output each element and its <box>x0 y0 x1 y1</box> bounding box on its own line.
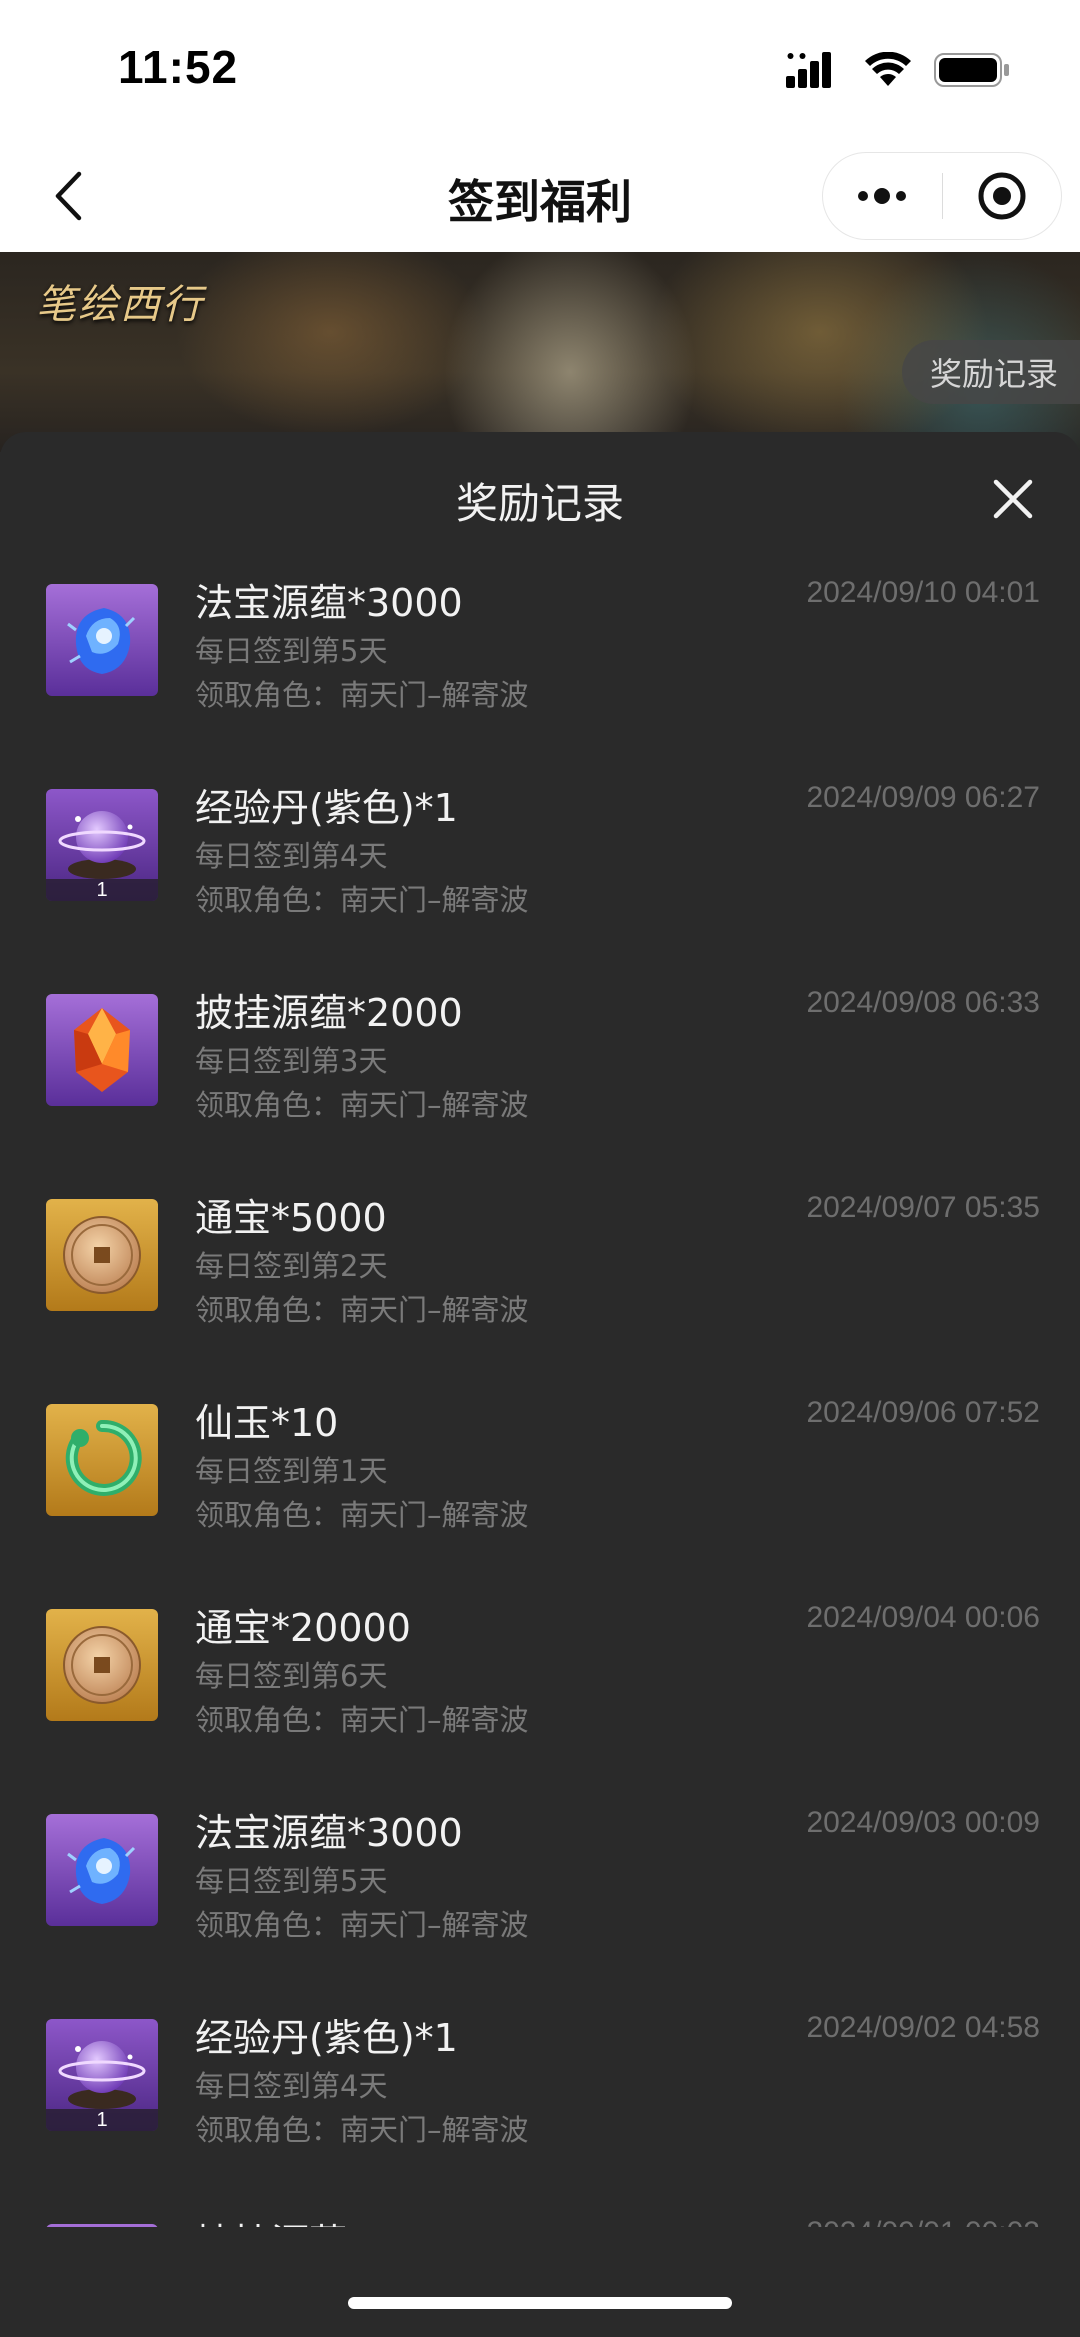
signal-icon <box>786 52 831 88</box>
item-count-badge: 1 <box>46 879 158 901</box>
item-count-badge: 1 <box>46 2109 158 2131</box>
reward-time: 2024/09/06 07:52 <box>806 1396 1040 1429</box>
reward-role: 领取角色：南天门–解寄波 <box>195 1498 529 1532</box>
record-item: 通宝*20000 2024/09/04 00:06 每日签到第6天领取角色：南天门–… <box>0 1587 1080 1792</box>
reward-source: 每日签到第2天 <box>195 1249 388 1283</box>
mini-program-capsule <box>822 152 1062 240</box>
record-item: 仙玉*10 2024/09/06 07:52 每日签到第1天领取角色：南天门–解寄波 <box>0 1382 1080 1587</box>
reward-source: 每日签到第5天 <box>195 1864 388 1898</box>
reward-name: 披挂源蕴*2000 <box>195 991 463 1035</box>
wifi-icon <box>865 52 911 86</box>
reward-role: 领取角色：南天门–解寄波 <box>195 1703 529 1737</box>
reward-record-sheet: 奖励记录 法宝源蕴*3000 2024/09/10 04:01 每日签到第5天 领取角… <box>0 432 1080 2337</box>
reward-name: 法宝源蕴*3000 <box>195 581 463 625</box>
record-item: 法宝源蕴*3000 2024/09/10 04:01 每日签到第5天领取角色：南天门… <box>0 562 1080 767</box>
nav-bar: 签到福利 <box>0 140 1080 252</box>
reward-time: 2024/09/04 00:06 <box>806 1601 1040 1634</box>
game-logo: 笔绘西行 <box>36 282 204 328</box>
reward-time: 2024/09/03 00:09 <box>806 1806 1040 1839</box>
record-item: 1 经验丹(紫色)*1 2024/09/02 04:58 每日签到第4天领取角色：南天… <box>0 1997 1080 2202</box>
status-icons <box>786 52 1010 88</box>
record-item: 披挂源蕴*2000 2024/09/08 06:33 每日签到第3天领取角色：南天门… <box>0 972 1080 1177</box>
reward-time: 2024/09/08 06:33 <box>806 986 1040 1019</box>
reward-source: 每日签到第1天 <box>195 1454 388 1488</box>
reward-name: 经验丹(紫色)*1 <box>195 2016 458 2060</box>
reward-source: 每日签到第4天 <box>195 2069 388 2103</box>
close-mini-program-button[interactable] <box>943 153 1062 239</box>
reward-name: 经验丹(紫色)*1 <box>195 786 458 830</box>
status-time: 11:52 <box>118 41 239 93</box>
status-bar: 11:52 <box>0 0 1080 140</box>
reward-source: 每日签到第6天 <box>195 1659 388 1693</box>
reward-source: 每日签到第3天 <box>195 1044 388 1078</box>
jade-icon <box>46 1404 158 1516</box>
reward-role: 领取角色：南天门–解寄波 <box>195 883 529 917</box>
reward-role: 领取角色：南天门–解寄波 <box>195 1293 529 1327</box>
sheet-title: 奖励记录 <box>455 479 624 528</box>
reward-time: 2024/09/09 06:27 <box>806 781 1040 814</box>
record-item: 1 经验丹(紫色)*1 2024/09/09 06:27 每日签到第4天领取角色：南天… <box>0 767 1080 972</box>
reward-source: 每日签到第4天 <box>195 839 388 873</box>
reward-name: 法宝源蕴*3000 <box>195 1811 463 1855</box>
home-indicator <box>348 2297 732 2309</box>
more-button[interactable] <box>823 153 942 239</box>
reward-name: 仙玉*10 <box>195 1401 339 1445</box>
reward-time: 2024/09/07 05:35 <box>806 1191 1040 1224</box>
orange-gem-icon <box>46 994 158 1106</box>
reward-name: 通宝*5000 <box>195 1196 387 1240</box>
reward-time: 2024/09/10 04:01 <box>806 576 1040 609</box>
banner-image: 笔绘西行 奖励记录 <box>0 252 1080 452</box>
reward-role: 领取角色：南天门–解寄波 <box>195 1088 529 1122</box>
blue-gem-icon <box>46 1814 158 1926</box>
reward-record-button[interactable]: 奖励记录 <box>901 340 1080 404</box>
more-dots-icon <box>858 188 907 204</box>
record-item: 通宝*5000 2024/09/07 05:35 每日签到第2天领取角色：南天门–解… <box>0 1177 1080 1382</box>
record-list[interactable]: 法宝源蕴*3000 2024/09/10 04:01 每日签到第5天 领取角色：南天门… <box>0 562 1080 2242</box>
purple-pill-icon: 1 <box>46 789 158 901</box>
reward-time: 2024/09/02 04:58 <box>806 2011 1040 2044</box>
reward-name: 通宝*20000 <box>195 1606 411 1650</box>
record-item: 法宝源蕴*3000 2024/09/03 00:09 每日签到第5天领取角色：南天门… <box>0 1792 1080 1997</box>
reward-role: 领取角色：南天门–解寄波 <box>195 2113 529 2147</box>
target-circle-icon <box>978 172 1026 220</box>
coin-icon <box>46 1199 158 1311</box>
reward-role: 领取角色：南天门–解寄波 <box>195 1908 529 1942</box>
reward-source: 每日签到第5天 <box>195 634 388 668</box>
blue-gem-icon <box>46 584 158 696</box>
purple-pill-icon: 1 <box>46 2019 158 2131</box>
close-icon[interactable] <box>990 476 1036 522</box>
reward-role: 领取角色：南天门–解寄波 <box>195 678 529 712</box>
bottom-area <box>0 2227 1080 2337</box>
battery-icon <box>934 53 1009 87</box>
coin-icon <box>46 1609 158 1721</box>
